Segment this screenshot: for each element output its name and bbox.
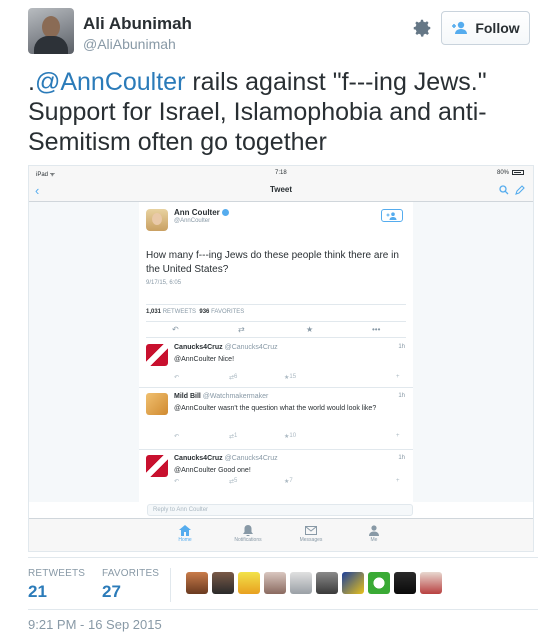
home-icon [179,524,191,536]
author-name[interactable]: Ali Abunimah [83,14,192,34]
tweet-prefix: . [28,68,35,96]
reply-item: Canucks4Cruz @Canucks4Cruz 1h @AnnCoulte… [139,450,413,502]
favorites-count: 27 [102,582,121,601]
retweets-stat[interactable]: RETWEETS 21 [28,568,85,602]
favorite-count: ★ 7 [284,478,293,485]
tab-messages: Messages [286,523,336,543]
favoriter-avatar[interactable] [342,572,364,594]
reply-text: @AnnCoulter Good one! [174,467,251,474]
quoted-tweet-date: 9/17/15, 6:05 [146,280,182,286]
reply-item: Mild Bill @Watchmakermaker 1h @AnnCoulte… [139,388,413,450]
favoriter-avatar[interactable] [316,572,338,594]
embedded-screenshot[interactable]: iPad ᯤ 7:18 80% ‹ Tweet Ann Coulter @Ann… [28,165,534,552]
tab-me: Me [349,523,399,543]
favorite-count: ★ 15 [284,374,297,381]
tweet-header: Ali Abunimah @AliAbunimah Follow [28,8,538,58]
mention-link[interactable]: @AnnCoulter [35,68,185,96]
favoriter-avatar[interactable] [394,572,416,594]
follow-button[interactable]: Follow [441,11,530,45]
quoted-follow-icon [381,209,403,222]
reply-author: Canucks4Cruz @Canucks4Cruz [174,344,278,351]
search-icon [499,185,509,195]
divider [28,557,538,558]
favoriter-avatar[interactable] [368,572,390,594]
retweet-icon: ⇄ [238,325,245,334]
retweets-count: 21 [28,582,47,601]
nav-title: Tweet [269,185,293,194]
reply-bar: Reply to Ann Coulter [29,502,533,518]
reply-author: Mild Bill @Watchmakermaker [174,393,269,400]
favoriter-avatar[interactable] [420,572,442,594]
more-icon: ••• [372,325,381,334]
author-handle[interactable]: @AliAbunimah [83,36,176,52]
envelope-icon [305,525,317,535]
reply-author: Canucks4Cruz @Canucks4Cruz [174,455,278,462]
favorite-count: ★ 10 [284,433,297,440]
status-device: iPad ᯤ [36,172,56,178]
gear-icon[interactable] [411,17,433,39]
reply-time: 1h [398,393,405,399]
reply-text: @AnnCoulter Nice! [174,356,235,363]
follow-icon: + [396,478,400,484]
retweet-count: ⇄ 6 [229,374,238,381]
follow-label: Follow [475,20,520,36]
compose-icon [515,185,525,195]
retweet-count: ⇄ 5 [229,478,238,485]
tab-bar: Home Notifications Messages Me [29,518,533,551]
favoriter-avatar[interactable] [238,572,260,594]
status-battery: 80% [496,170,509,176]
status-time: 7:18 [275,170,287,176]
reply-avatar [146,393,168,415]
stats-separator [170,568,171,602]
person-icon [369,524,379,536]
favorite-icon: ★ [306,325,314,334]
reply-icon: ↶ [174,375,180,381]
retweets-label: RETWEETS [28,568,86,579]
favoriter-avatar[interactable] [264,572,286,594]
quoted-author-name: Ann Coulter [174,208,229,217]
follow-icon: + [396,374,400,380]
battery-icon [512,170,524,175]
bell-icon [243,524,253,536]
tab-notifications: Notifications [223,523,273,543]
follow-icon: + [396,433,400,439]
ann-avatar [146,209,168,231]
reply-time: 1h [398,455,405,461]
favoriter-avatar[interactable] [290,572,312,594]
quoted-tweet-actions: ↶ ⇄ ★ ••• [146,321,406,338]
add-user-icon [452,21,468,34]
verified-icon [221,209,229,216]
reply-icon: ↶ [174,434,180,440]
reply-icon: ↶ [172,325,179,334]
reply-item: Canucks4Cruz @Canucks4Cruz 1h @AnnCoulte… [139,339,413,388]
quoted-tweet-text: How many f---ing Jews do these people th… [146,250,399,275]
author-avatar[interactable] [28,8,74,54]
retweet-count: ⇄ 1 [229,433,238,440]
reply-avatar [146,344,168,366]
reply-text: @AnnCoulter wasn't the question what the… [174,405,377,412]
divider [28,609,538,610]
quoted-tweet-stats: 1,031 RETWEETS 936 FAVORITES [146,304,406,320]
reply-icon: ↶ [174,479,180,485]
ios-status-bar: iPad ᯤ 7:18 80% [29,166,533,180]
tweet-timestamp[interactable]: 9:21 PM - 16 Sep 2015 [28,617,162,632]
favorites-label: FAVORITES [102,568,160,579]
nav-bar: ‹ Tweet [29,180,533,202]
tweet-text: .@AnnCoulter rails against "f---ing Jews… [28,67,538,157]
reply-input: Reply to Ann Coulter [147,504,413,516]
favoriter-avatar[interactable] [212,572,234,594]
favorited-by-avatars [186,572,442,594]
favorites-stat[interactable]: FAVORITES 27 [102,568,159,602]
reply-time: 1h [398,344,405,350]
favoriter-avatar[interactable] [186,572,208,594]
quoted-tweet-card: Ann Coulter @AnnCoulter How many f---ing… [139,202,413,502]
quoted-author-handle: @AnnCoulter [174,218,211,224]
reply-avatar [146,455,168,477]
tab-home: Home [160,523,210,543]
